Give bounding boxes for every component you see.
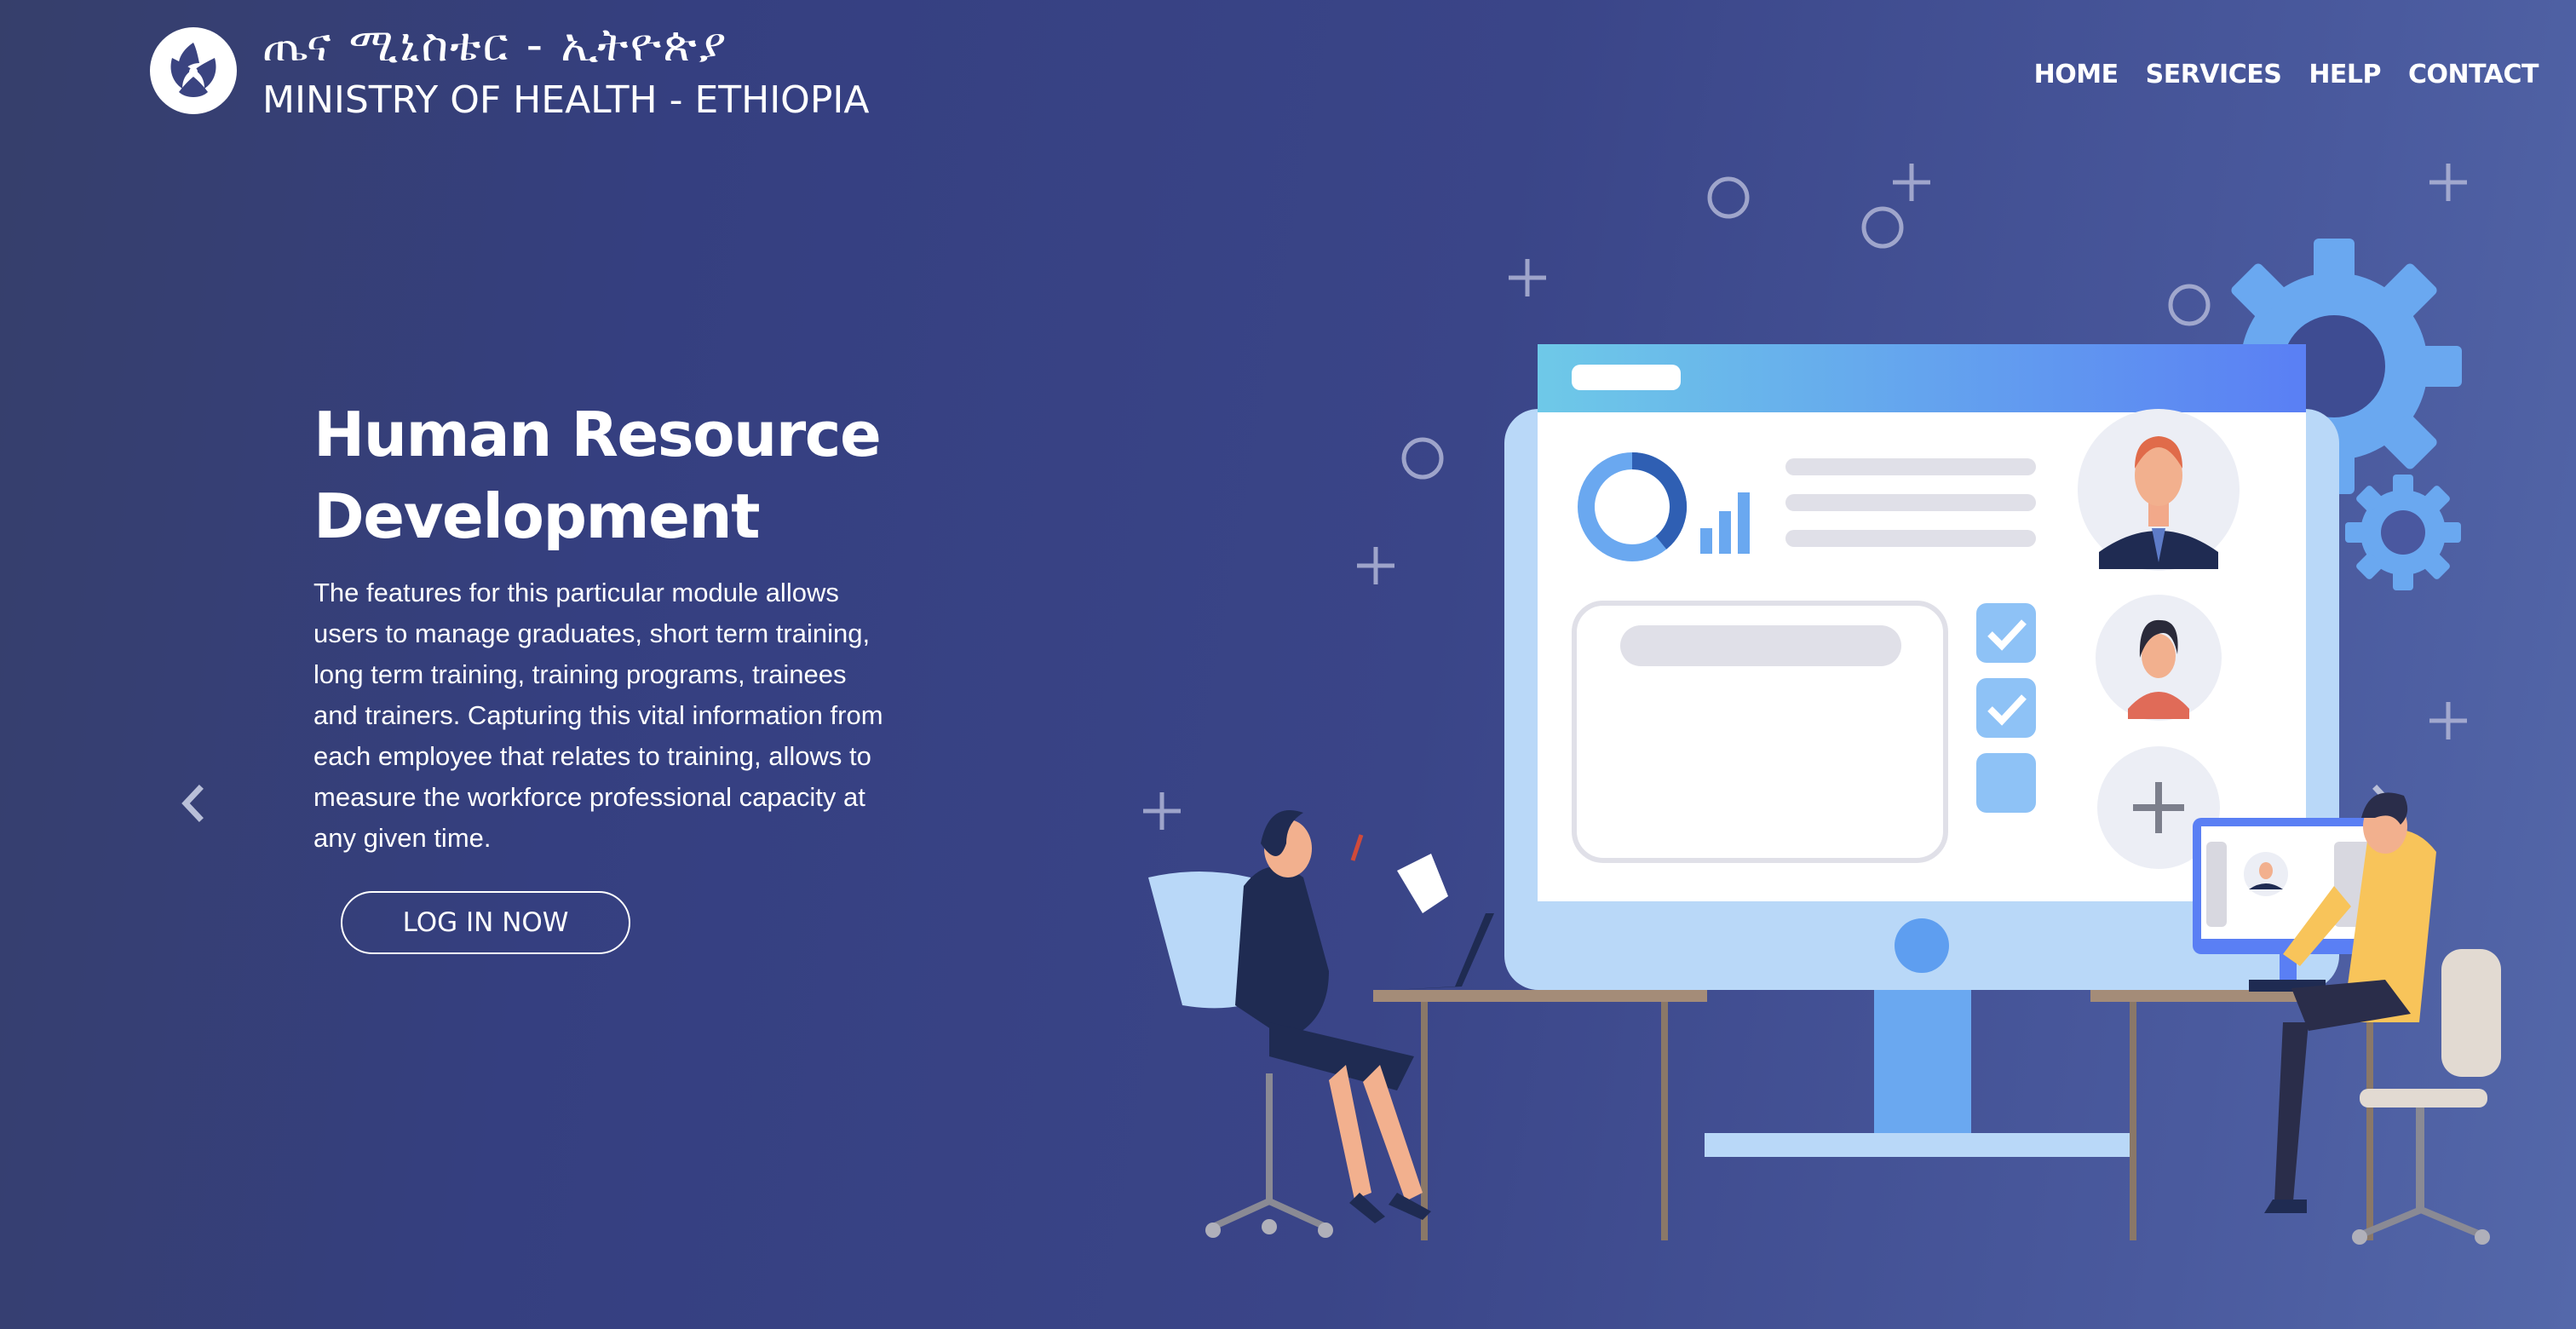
- ministry-logo-icon[interactable]: [150, 27, 237, 114]
- small-gear-icon: [2345, 475, 2461, 590]
- hero-title-line1: Human Resource: [313, 399, 882, 470]
- avatar: [2096, 595, 2222, 721]
- brand-title-english: MINISTRY OF HEALTH - ETHIOPIA: [262, 78, 870, 122]
- chevron-left-icon: [181, 785, 204, 822]
- hero-title-line2: Development: [313, 480, 761, 552]
- nav-item-home[interactable]: HOME: [2034, 60, 2119, 89]
- avatar: [2078, 409, 2240, 571]
- hero-section: Human Resource Development The features …: [313, 394, 910, 954]
- nav-item-services[interactable]: SERVICES: [2146, 60, 2282, 89]
- main-nav: HOME SERVICES HELP CONTACT: [2034, 60, 2539, 89]
- nav-item-contact[interactable]: CONTACT: [2408, 60, 2539, 89]
- login-now-button[interactable]: LOG IN NOW: [341, 891, 630, 954]
- landing-page: ጤና ሚኒስቴር - ኢትዮጵያ MINISTRY OF HEALTH - ET…: [0, 0, 2576, 1329]
- brand[interactable]: ጤና ሚኒስቴር - ኢትዮጵያ MINISTRY OF HEALTH - ET…: [150, 15, 869, 126]
- brand-text: ጤና ሚኒስቴር - ኢትዮጵያ MINISTRY OF HEALTH - ET…: [262, 15, 869, 126]
- brand-title-amharic: ጤና ሚኒስቴር - ኢትዮጵያ: [262, 18, 728, 72]
- nav-item-help[interactable]: HELP: [2309, 60, 2381, 89]
- hr-dashboard-illustration: [1143, 164, 2501, 1245]
- hero-description: The features for this particular module …: [313, 578, 883, 853]
- carousel-prev-button[interactable]: [175, 782, 210, 825]
- hero-title: Human Resource Development: [313, 394, 910, 557]
